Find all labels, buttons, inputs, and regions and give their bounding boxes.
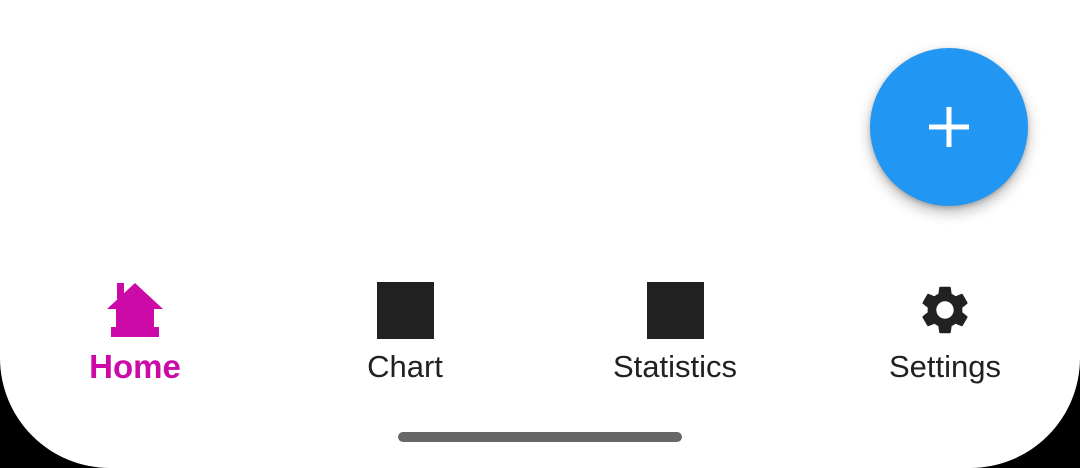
- chart-square-icon: [375, 280, 435, 340]
- statistics-square-icon: [645, 280, 705, 340]
- home-gesture-bar[interactable]: [398, 432, 682, 442]
- bottom-navigation: Home Chart Statistics Settings: [0, 262, 1080, 402]
- nav-label-chart: Chart: [367, 349, 443, 384]
- home-icon: [105, 280, 165, 340]
- nav-item-settings[interactable]: Settings: [810, 262, 1080, 402]
- nav-label-statistics: Statistics: [612, 349, 738, 384]
- nav-label-settings: Settings: [888, 349, 1001, 384]
- nav-item-chart[interactable]: Chart: [270, 262, 540, 402]
- add-fab-button[interactable]: [870, 48, 1028, 206]
- gear-icon: [915, 280, 975, 340]
- app-screen: Home Chart Statistics Settings: [0, 0, 1080, 468]
- nav-item-home[interactable]: Home: [0, 262, 270, 402]
- nav-item-statistics[interactable]: Statistics: [540, 262, 810, 402]
- plus-icon: [929, 107, 969, 147]
- nav-label-home: Home: [89, 348, 181, 385]
